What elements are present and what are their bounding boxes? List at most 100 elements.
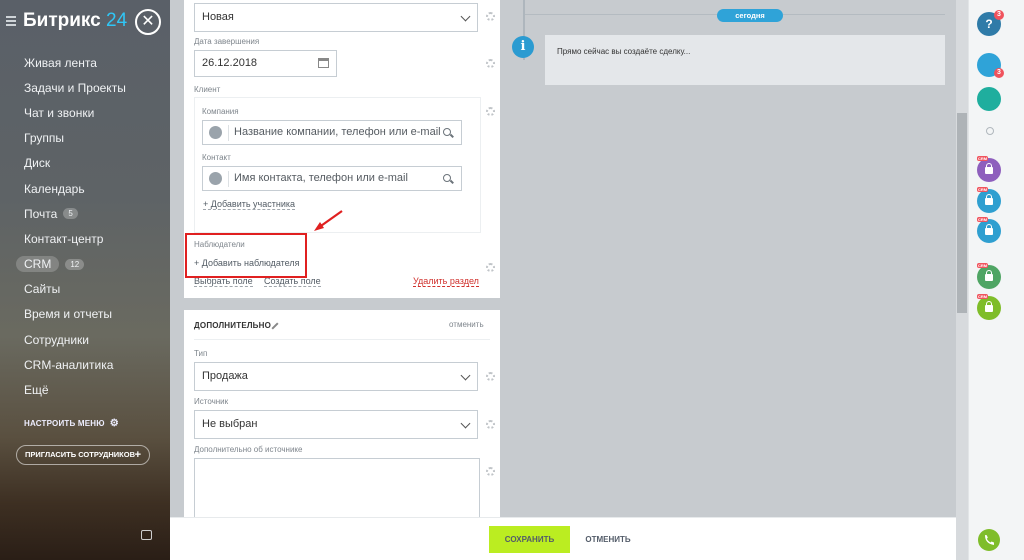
brand-name: Битрикс xyxy=(23,10,101,31)
crm-lock-icon[interactable] xyxy=(977,265,1001,289)
crm-lock-icon[interactable] xyxy=(977,158,1001,182)
info-icon: i xyxy=(512,36,534,58)
contact-label: Контакт xyxy=(202,153,231,162)
cancel-section-link[interactable]: отменить xyxy=(449,320,484,329)
stage-select[interactable]: Новая xyxy=(194,3,478,32)
gear-icon[interactable] xyxy=(486,12,495,21)
section-title: ДОПОЛНИТЕЛЬНО xyxy=(194,321,272,330)
end-date-label: Дата завершения xyxy=(194,37,260,46)
scrollbar-thumb[interactable] xyxy=(957,113,967,313)
gear-icon: ⚙ xyxy=(109,418,119,429)
brand-logo[interactable]: Битрикс 24 xyxy=(23,10,127,32)
sidebar-item-crm-analytics[interactable]: CRM-аналитика xyxy=(24,352,126,377)
save-button[interactable]: СОХРАНИТЬ xyxy=(489,526,570,553)
source-value: Не выбран xyxy=(202,418,258,430)
cancel-button[interactable]: ОТМЕНИТЬ xyxy=(583,526,633,553)
type-value: Продажа xyxy=(202,370,248,382)
crm-tag: CRM xyxy=(977,217,989,222)
sidebar-item-label: CRM xyxy=(16,256,60,273)
gear-icon[interactable] xyxy=(486,420,495,429)
crm-lock-icon[interactable] xyxy=(977,219,1001,243)
sidebar-item-label: Контакт-центр xyxy=(24,231,104,246)
setup-menu-link[interactable]: НАСТРОИТЬ МЕНЮ ⚙ xyxy=(24,418,119,429)
brand-number: 24 xyxy=(106,10,128,31)
gear-icon[interactable] xyxy=(486,59,495,68)
invite-label: ПРИГЛАСИТЬ СОТРУДНИКОВ xyxy=(25,450,136,459)
setup-menu-label: НАСТРОИТЬ МЕНЮ xyxy=(24,419,105,428)
crm-tag: CRM xyxy=(977,156,989,161)
sidebar-item-sites[interactable]: Сайты xyxy=(24,277,126,302)
sidebar-item-groups[interactable]: Группы xyxy=(24,126,126,151)
gear-icon[interactable] xyxy=(486,372,495,381)
invite-employees-button[interactable]: ПРИГЛАСИТЬ СОТРУДНИКОВ + xyxy=(16,445,150,465)
company-label: Компания xyxy=(202,107,239,116)
phone-icon[interactable] xyxy=(978,529,1000,551)
source-extra-label: Дополнительно об источнике xyxy=(194,445,303,454)
search-icon[interactable] xyxy=(443,128,451,136)
calendar-icon[interactable] xyxy=(318,58,329,68)
chevron-down-icon xyxy=(460,11,471,22)
crm-count-badge: 12 xyxy=(65,258,85,270)
source-select[interactable]: Не выбран xyxy=(194,410,478,439)
client-label: Клиент xyxy=(194,85,221,94)
help-badge: 3 xyxy=(994,10,1004,20)
type-select[interactable]: Продажа xyxy=(194,362,478,391)
gear-icon[interactable] xyxy=(486,263,495,272)
sidebar-item-label: Чат и звонки xyxy=(24,105,95,120)
search-icon[interactable] xyxy=(986,127,994,135)
crm-lock-icon[interactable] xyxy=(977,296,1001,320)
sidebar-item-chat[interactable]: Чат и звонки xyxy=(24,100,126,125)
sidebar-item-live-feed[interactable]: Живая лента xyxy=(24,50,126,75)
crm-lock-icon[interactable] xyxy=(977,189,1001,213)
sidebar-item-employees[interactable]: Сотрудники xyxy=(24,327,126,352)
mail-count-badge: 5 xyxy=(63,208,78,220)
close-icon[interactable]: ✕ xyxy=(135,9,161,35)
sidebar-menu: Живая лента Задачи и Проекты Чат и звонк… xyxy=(16,50,126,403)
sidebar-item-label: CRM-аналитика xyxy=(24,357,114,372)
stage-value: Новая xyxy=(202,11,234,23)
sidebar-item-tasks[interactable]: Задачи и Проекты xyxy=(24,75,126,100)
search-icon[interactable] xyxy=(443,174,451,182)
sidebar-item-label: Календарь xyxy=(24,181,85,196)
sidebar-item-time-reports[interactable]: Время и отчеты xyxy=(24,302,126,327)
chevron-down-icon xyxy=(460,370,471,381)
company-search-input[interactable]: Название компании, телефон или e-mail xyxy=(202,120,462,145)
sidebar-item-label: Сотрудники xyxy=(24,332,89,347)
deal-form-additional-section: ДОПОЛНИТЕЛЬНО отменить Тип Продажа Источ… xyxy=(184,310,500,522)
add-participant-link[interactable]: + Добавить участника xyxy=(203,199,295,210)
sidebar-item-calendar[interactable]: Календарь xyxy=(24,176,126,201)
sidebar-item-more[interactable]: Ещё xyxy=(24,377,126,402)
plus-icon: + xyxy=(134,449,141,461)
logo-row: Битрикс 24 ✕ xyxy=(6,9,166,36)
sidebar-item-mail[interactable]: Почта 5 xyxy=(24,201,126,226)
company-placeholder: Название компании, телефон или e-mail xyxy=(234,126,441,138)
sidebar-item-label: Задачи и Проекты xyxy=(24,80,126,95)
sidebar-item-label: Сайты xyxy=(24,282,61,297)
printer-icon[interactable] xyxy=(141,530,152,540)
delete-section-link[interactable]: Удалить раздел xyxy=(413,276,479,287)
sidebar-item-label: Группы xyxy=(24,131,64,146)
end-date-field[interactable]: 26.12.2018 xyxy=(194,50,337,77)
sidebar-item-label: Время и отчеты xyxy=(24,307,113,322)
notifications-badge: 3 xyxy=(994,68,1004,78)
sidebar-item-disk[interactable]: Диск xyxy=(24,151,126,176)
scrollbar[interactable] xyxy=(956,0,968,560)
source-extra-textarea[interactable] xyxy=(194,458,480,522)
source-label: Источник xyxy=(194,397,229,406)
company-icon xyxy=(209,126,222,139)
chat-icon[interactable] xyxy=(977,87,1001,111)
action-bar: СОХРАНИТЬ ОТМЕНИТЬ xyxy=(170,517,956,560)
sidebar-item-contact-center[interactable]: Контакт-центр xyxy=(24,226,126,251)
timeline-message: Прямо сейчас вы создаёте сделку... xyxy=(545,35,945,85)
hamburger-menu-icon[interactable] xyxy=(6,16,16,26)
left-sidebar: Битрикс 24 ✕ Живая лента Задачи и Проект… xyxy=(0,0,170,560)
type-label: Тип xyxy=(194,349,208,358)
crm-tag: CRM xyxy=(977,187,989,192)
contact-search-input[interactable]: Имя контакта, телефон или e-mail xyxy=(202,166,462,191)
sidebar-item-label: Ещё xyxy=(24,383,49,398)
sidebar-item-crm[interactable]: CRM 12 xyxy=(16,252,126,277)
gear-icon[interactable] xyxy=(486,467,495,476)
crm-tag: CRM xyxy=(977,294,989,299)
pencil-icon[interactable] xyxy=(271,322,279,330)
gear-icon[interactable] xyxy=(486,107,495,116)
